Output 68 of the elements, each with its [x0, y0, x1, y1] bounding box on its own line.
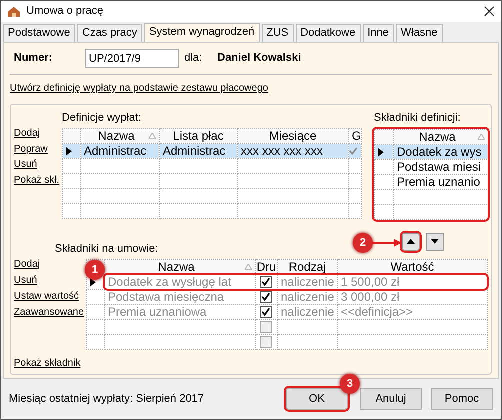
table-cell: xxx xxx xxx xxx	[238, 143, 348, 158]
show-item-link[interactable]: Pokaż składnik	[14, 356, 488, 371]
table-cell: naliczenie	[278, 290, 338, 304]
table-row[interactable]: Podstawa miesi	[374, 159, 488, 174]
action-link[interactable]: Usuń	[14, 274, 86, 287]
move-down-button[interactable]	[426, 232, 444, 250]
column-header[interactable]: Wartość	[338, 260, 488, 274]
table-row[interactable]: Dodatek za wys	[374, 144, 488, 159]
checkbox[interactable]	[260, 306, 272, 318]
row-pointer-icon	[378, 148, 384, 157]
app-icon	[7, 6, 21, 18]
column-header[interactable]: Nazwa	[394, 129, 488, 144]
action-link[interactable]: Dodaj	[14, 258, 86, 271]
table-cell: Administrac	[80, 143, 160, 158]
table-cell: Administrac	[160, 143, 238, 158]
tab[interactable]: Własne	[396, 24, 443, 42]
tab[interactable]: Dodatkowe	[296, 24, 361, 42]
column-header[interactable]: Miesiące	[238, 128, 348, 143]
table-cell: Podstawa miesięczna	[104, 290, 256, 304]
column-header[interactable]: Nazwa	[104, 260, 256, 274]
table-cell: <<definicja>>	[338, 304, 488, 320]
column-header[interactable]: Rodzaj	[278, 260, 338, 274]
action-link[interactable]: Ustaw wartość	[14, 290, 86, 303]
table-cell: Premia uznanio	[394, 174, 488, 189]
close-icon[interactable]	[484, 6, 495, 17]
move-up-button[interactable]	[402, 232, 420, 250]
checkbox[interactable]	[260, 291, 272, 303]
checkbox[interactable]	[260, 336, 272, 348]
action-link[interactable]: Usuń	[14, 158, 62, 172]
callout-arrow	[372, 239, 402, 247]
action-link[interactable]: Pokaż skł.	[14, 174, 62, 187]
number-field[interactable]: UP/2017/9	[85, 49, 179, 68]
section-label: Składniki na umowie:	[55, 242, 158, 254]
status-text: Miesiąc ostatniej wypłaty: Sierpień 2017	[9, 392, 204, 407]
action-link[interactable]: Dodaj	[14, 127, 62, 140]
up-arrow-icon	[407, 239, 415, 244]
down-arrow-icon	[431, 239, 439, 244]
tab[interactable]: ZUS	[262, 24, 294, 42]
column-header[interactable]: G	[348, 128, 362, 143]
table-row[interactable]: Premia uznanio	[374, 174, 488, 189]
column-header[interactable]: Dru	[256, 260, 278, 274]
column-header[interactable]: Nazwa	[80, 128, 160, 143]
dialog-button[interactable]: Pomoc	[431, 388, 493, 410]
tab[interactable]: Czas pracy	[77, 24, 142, 42]
table-cell: Premia uznaniowa	[104, 304, 256, 320]
dialog-button[interactable]: OK	[286, 388, 348, 410]
checkbox[interactable]	[260, 321, 272, 333]
number-label: Numer:	[13, 51, 54, 66]
create-definition-link[interactable]: Utwórz definicję wypłaty na podstawie zestawu płacowego	[10, 81, 492, 96]
row-pointer-icon	[66, 146, 72, 156]
table-cell: naliczenie	[278, 304, 338, 320]
for-label: dla:	[184, 51, 204, 66]
table-row[interactable]: Administrac Administrac xxx xxx xxx xxx	[62, 143, 362, 158]
employee-name: Daniel Kowalski	[218, 51, 302, 66]
column-header[interactable]: Lista płac	[160, 128, 238, 143]
dialog-button[interactable]: Anuluj	[360, 388, 422, 410]
window-title: Umowa o pracę	[26, 4, 104, 20]
table-cell: Podstawa miesi	[394, 159, 488, 174]
checkbox[interactable]	[260, 276, 272, 288]
section-label: Składniki definicji:	[374, 111, 462, 126]
action-link[interactable]: Zaawansowane	[14, 306, 86, 319]
section-label: Definicje wypłat:	[62, 111, 142, 126]
tab[interactable]: Inne	[362, 24, 394, 42]
table-cell: 3 000,00 zł	[338, 290, 488, 304]
action-link[interactable]: Popraw	[14, 142, 62, 156]
tab[interactable]: System wynagrodzeń	[144, 23, 260, 42]
table-cell: Dodatek za wys	[394, 144, 488, 159]
tab[interactable]: Podstawowe	[3, 24, 76, 42]
